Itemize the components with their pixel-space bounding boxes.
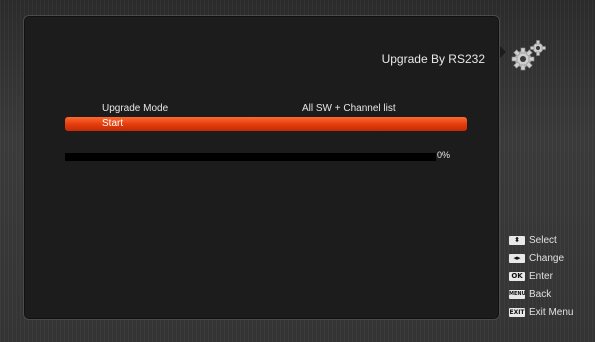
page-title: Upgrade By RS232 xyxy=(381,52,485,66)
help-enter: OK Enter xyxy=(509,267,573,285)
help-back-label: Back xyxy=(529,288,552,300)
exit-key-icon: EXIT xyxy=(509,307,525,317)
up-down-arrows-key-icon: ⬍ xyxy=(509,235,525,245)
title-arrow-icon xyxy=(500,46,506,58)
help-change-label: Change xyxy=(529,252,565,264)
help-legend: ⬍ Select ◂▸ Change OK Enter MENU Back EX… xyxy=(509,231,573,321)
help-enter-label: Enter xyxy=(529,270,553,282)
start-label: Start xyxy=(102,118,124,129)
help-exit: EXIT Exit Menu xyxy=(509,303,573,321)
main-panel: Upgrade By RS232 Upgrade Mode All SW + C… xyxy=(23,15,500,320)
left-right-arrows-key-icon: ◂▸ xyxy=(509,253,525,263)
upgrade-mode-label: Upgrade Mode xyxy=(102,103,169,114)
progress-percent: 0% xyxy=(437,150,451,160)
help-change: ◂▸ Change xyxy=(509,249,573,267)
upgrade-mode-value[interactable]: All SW + Channel list xyxy=(302,103,396,114)
start-button[interactable]: Start xyxy=(65,117,467,131)
help-back: MENU Back xyxy=(509,285,573,303)
help-select-label: Select xyxy=(529,234,557,246)
gears-icon xyxy=(511,40,546,71)
help-select: ⬍ Select xyxy=(509,231,573,249)
help-exit-label: Exit Menu xyxy=(529,306,574,318)
menu-key-icon: MENU xyxy=(509,289,526,299)
ok-key-icon: OK xyxy=(509,271,525,281)
progress-bar xyxy=(65,153,436,161)
